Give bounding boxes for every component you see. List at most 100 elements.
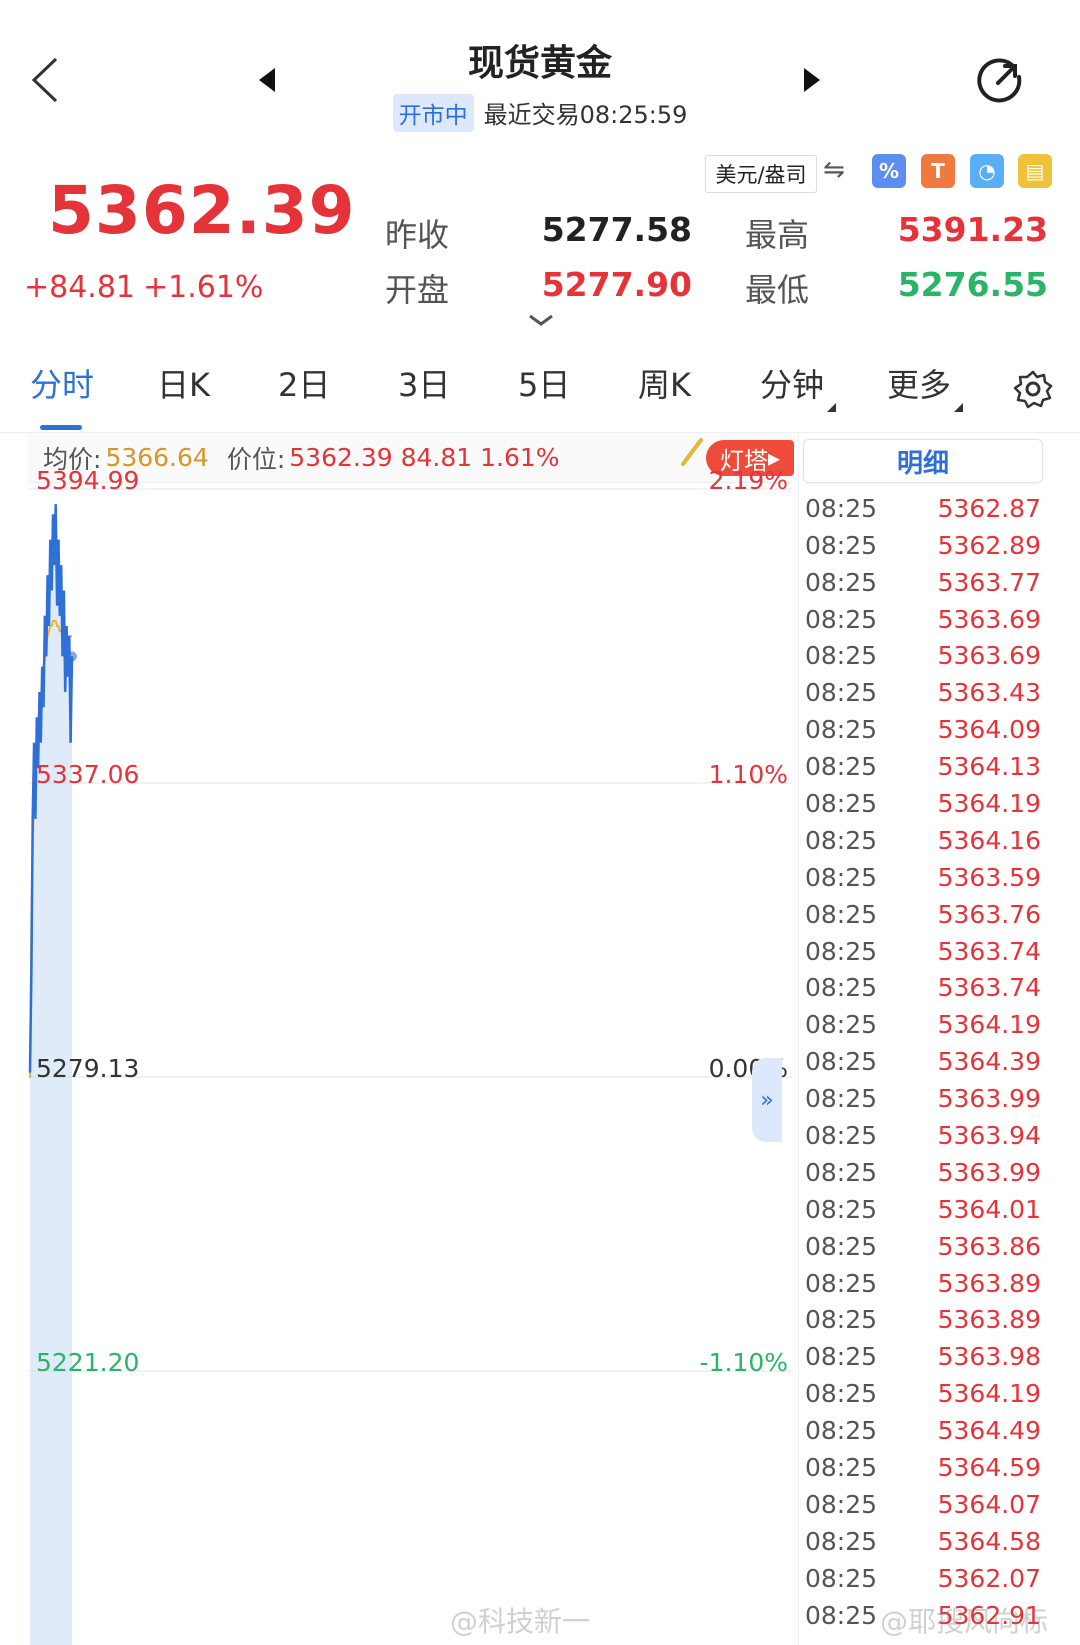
detail-row: 08:25 5364.07 (799, 1486, 1050, 1523)
detail-price: 5364.19 (937, 788, 1041, 818)
y-axis-label-lower: 5221.20 (36, 1348, 140, 1377)
detail-time: 08:25 (805, 1600, 878, 1630)
text-tool-icon[interactable]: T (921, 154, 955, 188)
y-axis-label-reference: 5279.13 (36, 1054, 140, 1083)
price-change: +84.81 (24, 270, 136, 305)
tab-daily-k[interactable]: 日K (157, 360, 210, 406)
last-price: 5362.39 (48, 172, 356, 249)
detail-price: 5364.09 (937, 715, 1041, 745)
detail-row: 08:25 5363.59 (799, 859, 1050, 896)
detail-row: 08:25 5363.86 (799, 1228, 1050, 1265)
detail-row: 08:25 5363.69 (799, 601, 1050, 638)
tab-more[interactable]: 更多 (887, 360, 964, 412)
detail-time: 08:25 (805, 1010, 878, 1040)
tab-5-day[interactable]: 5日 (518, 360, 570, 406)
low-value: 5276.55 (897, 265, 1048, 304)
high-label: 最高 (745, 216, 810, 254)
detail-time: 08:25 (805, 1194, 878, 1224)
detail-row: 08:25 5364.19 (799, 1006, 1050, 1043)
detail-price: 5363.89 (937, 1305, 1041, 1335)
low-label: 最低 (745, 271, 810, 309)
detail-row: 08:25 5363.94 (799, 1117, 1050, 1154)
gear-icon[interactable] (1013, 369, 1053, 409)
detail-row: 08:25 5364.19 (799, 1375, 1050, 1412)
detail-time: 08:25 (805, 1379, 878, 1409)
detail-time: 08:25 (805, 1342, 878, 1372)
period-tabs: 分时 日K 2日 3日 5日 周K 分钟 更多 (0, 360, 1080, 430)
swap-icon[interactable]: ⇋ (823, 155, 845, 185)
detail-row: 08:25 5364.16 (799, 822, 1050, 859)
tab-weekly-k[interactable]: 周K (638, 360, 691, 406)
detail-time: 08:25 (805, 715, 878, 745)
cursor-price-value: 5362.39 84.81 1.61% (289, 443, 560, 472)
tab-minute-label: 分钟 (760, 366, 825, 404)
detail-row: 08:25 5364.01 (799, 1191, 1050, 1228)
detail-row: 08:25 5363.99 (799, 1154, 1050, 1191)
calculator-icon[interactable]: ▤ (1018, 154, 1052, 188)
watermark: @耶搜风向标 (880, 1605, 1049, 1638)
detail-price: 5364.19 (937, 1379, 1041, 1409)
pct-axis-label-upper: 1.10% (708, 760, 788, 789)
detail-row: 08:25 5363.99 (799, 1080, 1050, 1117)
detail-time: 08:25 (805, 678, 878, 708)
detail-time: 08:25 (805, 530, 878, 560)
detail-time: 08:25 (805, 1489, 878, 1519)
detail-price: 5364.39 (937, 1047, 1041, 1077)
tab-3-day[interactable]: 3日 (398, 360, 450, 406)
detail-price: 5362.89 (937, 530, 1041, 560)
detail-row: 08:25 5363.77 (799, 564, 1050, 601)
detail-time: 08:25 (805, 1305, 878, 1335)
percent-tool-icon[interactable]: % (872, 154, 906, 188)
detail-time: 08:25 (805, 1231, 878, 1261)
detail-price: 5363.43 (937, 678, 1041, 708)
detail-price: 5363.86 (937, 1231, 1041, 1261)
detail-price: 5362.87 (937, 493, 1041, 523)
next-instrument-icon[interactable] (800, 66, 824, 94)
detail-price: 5364.01 (937, 1194, 1041, 1224)
detail-time: 08:25 (805, 1268, 878, 1298)
detail-price: 5364.19 (937, 1010, 1041, 1040)
detail-row: 08:25 5363.74 (799, 969, 1050, 1006)
detail-tab[interactable]: 明细 (803, 439, 1043, 483)
detail-price: 5364.13 (937, 752, 1041, 782)
detail-time: 08:25 (805, 825, 878, 855)
trade-detail-panel[interactable]: 明细 08:255361.8908:255362.8708:255362.890… (798, 433, 1050, 1645)
detail-time: 08:25 (805, 1084, 878, 1114)
detail-time: 08:25 (805, 973, 878, 1003)
detail-time: 08:25 (805, 604, 878, 634)
detail-row: 08:25 5364.09 (799, 711, 1050, 748)
tab-minute[interactable]: 分钟 (760, 360, 837, 412)
prev-close-value: 5277.58 (541, 210, 692, 249)
prev-close-label: 昨收 (385, 216, 450, 254)
detail-price: 5363.59 (937, 862, 1041, 892)
detail-time: 08:25 (805, 899, 878, 929)
detail-time: 08:25 (805, 493, 878, 523)
unit-selector[interactable]: 美元/盎司 (705, 155, 817, 193)
detail-time: 08:25 (805, 567, 878, 597)
pie-chart-icon[interactable]: ◔ (970, 154, 1004, 188)
detail-row: 08:25 5364.39 (799, 1043, 1050, 1080)
detail-row: 08:25 5363.89 (799, 1301, 1050, 1338)
refresh-icon[interactable] (972, 55, 1026, 109)
open-value: 5277.90 (541, 265, 692, 304)
watermark: @科技新一 (450, 1605, 591, 1638)
expand-chevron-icon[interactable] (528, 312, 554, 328)
open-label: 开盘 (385, 271, 450, 309)
high-value: 5391.23 (897, 210, 1048, 249)
detail-time: 08:25 (805, 641, 878, 671)
detail-row: 08:25 5363.98 (799, 1338, 1050, 1375)
detail-row: 08:25 5362.87 (799, 490, 1050, 527)
tab-2-day[interactable]: 2日 (278, 360, 330, 406)
tab-more-label: 更多 (887, 366, 952, 404)
detail-row: 08:25 5364.59 (799, 1449, 1050, 1486)
detail-price: 5363.76 (937, 899, 1041, 929)
detail-time: 08:25 (805, 1047, 878, 1077)
tab-intraday[interactable]: 分时 (30, 360, 94, 406)
active-tab-indicator (40, 425, 82, 430)
y-axis-label-upper: 5337.06 (36, 760, 140, 789)
detail-price: 5363.98 (937, 1342, 1041, 1372)
detail-time: 08:25 (805, 1416, 878, 1446)
detail-row: 08:25 5364.49 (799, 1412, 1050, 1449)
collapse-detail-handle[interactable]: » (752, 1058, 782, 1142)
detail-price: 5363.74 (937, 936, 1041, 966)
